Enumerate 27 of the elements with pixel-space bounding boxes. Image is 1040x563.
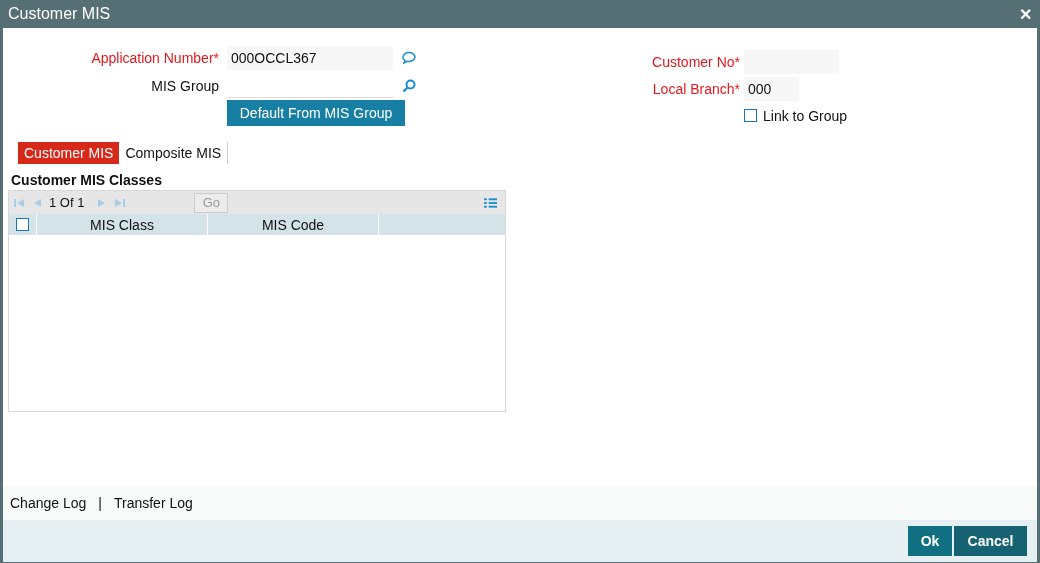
close-button[interactable]: ✕ — [1019, 4, 1032, 24]
page-indicator: 1 Of 1 — [49, 195, 85, 210]
list-icon[interactable] — [484, 196, 497, 209]
default-from-group-button[interactable]: Default From MIS Group — [227, 100, 405, 126]
search-icon[interactable] — [401, 78, 417, 94]
column-header: MIS Code — [208, 214, 379, 235]
input-field[interactable]: 000OCCL367 — [227, 46, 393, 70]
footer-link[interactable]: Change Log — [10, 495, 87, 511]
checkbox[interactable] — [744, 109, 757, 122]
field-label: Local Branch* — [651, 80, 740, 97]
footer-link[interactable]: Transfer Log — [113, 495, 193, 511]
column-header: MIS Class — [37, 214, 208, 235]
select-all-checkbox[interactable] — [16, 218, 29, 231]
field-label: Application Number* — [90, 50, 219, 66]
tab[interactable]: Customer MIS — [18, 142, 120, 164]
checkbox-label: Link to Group — [763, 107, 848, 124]
window-title: Customer MIS — [8, 5, 111, 23]
link-separator: | — [98, 495, 102, 511]
section-title: Customer MIS Classes — [11, 172, 163, 190]
dialog-button[interactable]: Cancel — [954, 526, 1027, 556]
dialog-button[interactable]: Ok — [908, 526, 952, 556]
last-page-icon[interactable] — [114, 196, 127, 209]
field-label: Customer No* — [651, 53, 740, 70]
input-field[interactable]: 000 — [744, 76, 799, 101]
chat-icon[interactable] — [401, 50, 417, 66]
field-label: MIS Group — [150, 78, 219, 94]
first-page-icon[interactable] — [13, 196, 25, 209]
